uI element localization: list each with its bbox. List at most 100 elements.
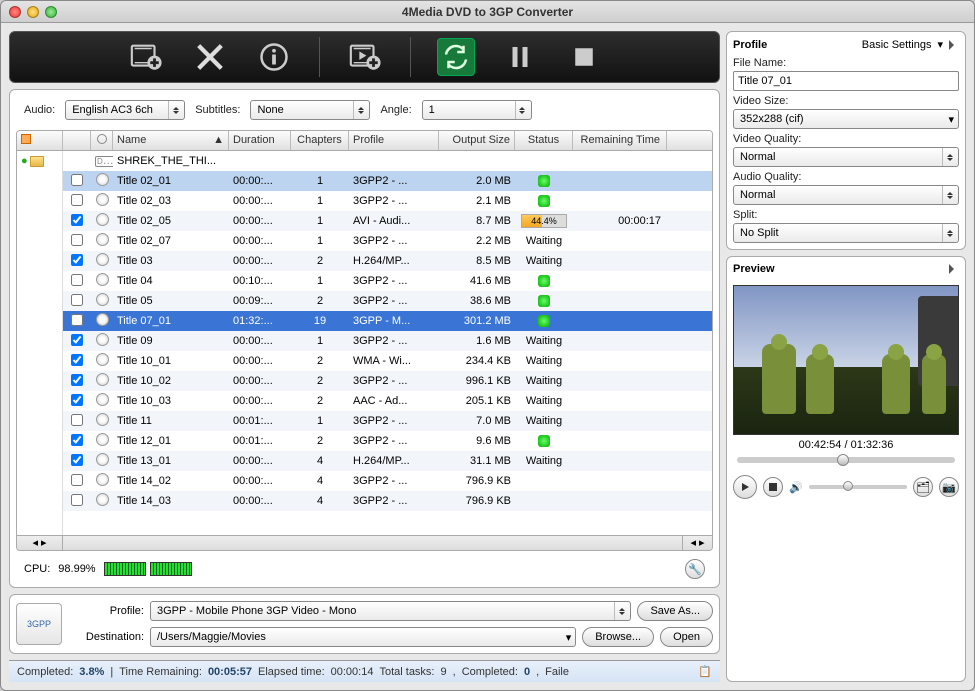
row-duration: 00:00:... <box>229 355 291 367</box>
angle-select[interactable]: 1 <box>422 100 532 120</box>
destination-select[interactable]: /Users/Maggie/Movies▾ <box>150 627 576 647</box>
save-as-button[interactable]: Save As... <box>637 601 713 621</box>
zoom-window[interactable] <box>45 6 57 18</box>
col-name[interactable]: Name ▲ <box>113 131 229 150</box>
table-row[interactable]: Title 02_0500:00:...1AVI - Audi...8.7 MB… <box>63 211 712 231</box>
table-row[interactable]: Title 0300:00:...2H.264/MP...8.5 MBWaiti… <box>63 251 712 271</box>
minimize-window[interactable] <box>27 6 39 18</box>
row-checkbox[interactable] <box>71 394 83 406</box>
table-row[interactable]: Title 0400:10:...13GPP2 - ...41.6 MB <box>63 271 712 291</box>
play-button[interactable] <box>733 475 757 499</box>
row-checkbox[interactable] <box>71 314 83 326</box>
volume-slider[interactable] <box>809 485 907 489</box>
disc-icon <box>96 413 109 426</box>
row-duration: 00:00:... <box>229 375 291 387</box>
profile-select[interactable]: 3GPP - Mobile Phone 3GP Video - Mono <box>150 601 631 621</box>
status-ready-icon <box>538 315 550 327</box>
audio-select[interactable]: English AC3 6ch <box>65 100 185 120</box>
col-profile[interactable]: Profile <box>349 131 439 150</box>
row-name: Title 02_03 <box>113 195 229 207</box>
row-size: 7.0 MB <box>439 415 515 427</box>
add-segment-button[interactable] <box>346 38 384 76</box>
table-row[interactable]: Title 02_0100:00:...13GPP2 - ...2.0 MB <box>63 171 712 191</box>
table-body[interactable]: DVD SHREK_THE_THI... Title 02_0100:00:..… <box>63 151 712 535</box>
basic-settings-link[interactable]: Basic Settings <box>862 39 932 51</box>
status-text: Waiting <box>526 375 562 387</box>
row-checkbox[interactable] <box>71 474 83 486</box>
disc-icon <box>96 233 109 246</box>
filename-input[interactable] <box>733 71 959 91</box>
table-row[interactable]: Title 02_0700:00:...13GPP2 - ...2.2 MBWa… <box>63 231 712 251</box>
status-text: Waiting <box>526 455 562 467</box>
row-chapters: 1 <box>291 415 349 427</box>
table-row[interactable]: Title 10_0300:00:...2AAC - Ad...205.1 KB… <box>63 391 712 411</box>
table-row[interactable]: Title 07_0101:32:...193GPP - M...301.2 M… <box>63 311 712 331</box>
row-checkbox[interactable] <box>71 494 83 506</box>
row-checkbox[interactable] <box>71 334 83 346</box>
row-checkbox[interactable] <box>71 234 83 246</box>
status-text: Waiting <box>526 395 562 407</box>
row-checkbox[interactable] <box>71 174 83 186</box>
row-checkbox[interactable] <box>71 214 83 226</box>
videosize-select[interactable]: 352x288 (cif)▾ <box>733 109 959 129</box>
convert-button[interactable] <box>437 38 475 76</box>
table-row[interactable]: Title 14_0200:00:...43GPP2 - ...796.9 KB <box>63 471 712 491</box>
preview-video[interactable] <box>733 285 959 435</box>
h-scrollbar[interactable]: ◂ ▸ ◂ ▸ <box>17 535 712 550</box>
subtitles-select[interactable]: None <box>250 100 370 120</box>
output-panel: 3GPP Profile: 3GPP - Mobile Phone 3GP Vi… <box>9 594 720 654</box>
browse-button[interactable]: Browse... <box>582 627 654 647</box>
disc-icon <box>96 313 109 326</box>
settings-icon[interactable]: 🔧 <box>685 559 705 579</box>
col-remaining[interactable]: Remaining Time <box>573 131 667 150</box>
row-name: Title 05 <box>113 295 229 307</box>
row-checkbox[interactable] <box>71 454 83 466</box>
log-icon[interactable]: 📋 <box>698 665 712 678</box>
seek-slider[interactable] <box>737 457 955 463</box>
table-row[interactable]: Title 0500:09:...23GPP2 - ...38.6 MB <box>63 291 712 311</box>
audioquality-select[interactable]: Normal <box>733 185 959 205</box>
snapshot-folder-button[interactable]: 🗂 <box>913 477 933 497</box>
row-checkbox[interactable] <box>71 354 83 366</box>
row-checkbox[interactable] <box>71 194 83 206</box>
row-name: Title 12_01 <box>113 435 229 447</box>
row-size: 9.6 MB <box>439 435 515 447</box>
table-row[interactable]: Title 10_0200:00:...23GPP2 - ...996.1 KB… <box>63 371 712 391</box>
row-checkbox[interactable] <box>71 374 83 386</box>
open-button[interactable]: Open <box>660 627 713 647</box>
col-chapters[interactable]: Chapters <box>291 131 349 150</box>
col-duration[interactable]: Duration <box>229 131 291 150</box>
table-row[interactable]: Title 0900:00:...13GPP2 - ...1.6 MBWaiti… <box>63 331 712 351</box>
add-dvd-button[interactable] <box>127 38 165 76</box>
expand-profile-icon[interactable] <box>949 40 959 50</box>
table-row[interactable]: Title 12_0100:01:...23GPP2 - ...9.6 MB <box>63 431 712 451</box>
root-row[interactable]: DVD SHREK_THE_THI... <box>63 151 712 171</box>
row-checkbox[interactable] <box>71 414 83 426</box>
split-select[interactable]: No Split <box>733 223 959 243</box>
table-row[interactable]: Title 02_0300:00:...13GPP2 - ...2.1 MB <box>63 191 712 211</box>
close-window[interactable] <box>9 6 21 18</box>
row-checkbox[interactable] <box>71 254 83 266</box>
table-row[interactable]: Title 10_0100:00:...2WMA - Wi...234.4 KB… <box>63 351 712 371</box>
stop-button[interactable] <box>565 38 603 76</box>
col-size[interactable]: Output Size <box>439 131 515 150</box>
table-row[interactable]: Title 13_0100:00:...4H.264/MP...31.1 MBW… <box>63 451 712 471</box>
snapshot-button[interactable]: 📷 <box>939 477 959 497</box>
status-ready-icon <box>538 175 550 187</box>
row-name: Title 10_03 <box>113 395 229 407</box>
row-profile: 3GPP2 - ... <box>349 375 439 387</box>
row-size: 2.1 MB <box>439 195 515 207</box>
subtitles-label: Subtitles: <box>195 104 240 116</box>
table-row[interactable]: Title 1100:01:...13GPP2 - ...7.0 MBWaiti… <box>63 411 712 431</box>
pause-button[interactable] <box>501 38 539 76</box>
row-checkbox[interactable] <box>71 274 83 286</box>
delete-button[interactable] <box>191 38 229 76</box>
table-row[interactable]: Title 14_0300:00:...43GPP2 - ...796.9 KB <box>63 491 712 511</box>
info-button[interactable] <box>255 38 293 76</box>
expand-preview-icon[interactable] <box>949 264 959 274</box>
col-status[interactable]: Status <box>515 131 573 150</box>
stop-preview-button[interactable] <box>763 477 783 497</box>
videoquality-select[interactable]: Normal <box>733 147 959 167</box>
row-checkbox[interactable] <box>71 434 83 446</box>
row-checkbox[interactable] <box>71 294 83 306</box>
